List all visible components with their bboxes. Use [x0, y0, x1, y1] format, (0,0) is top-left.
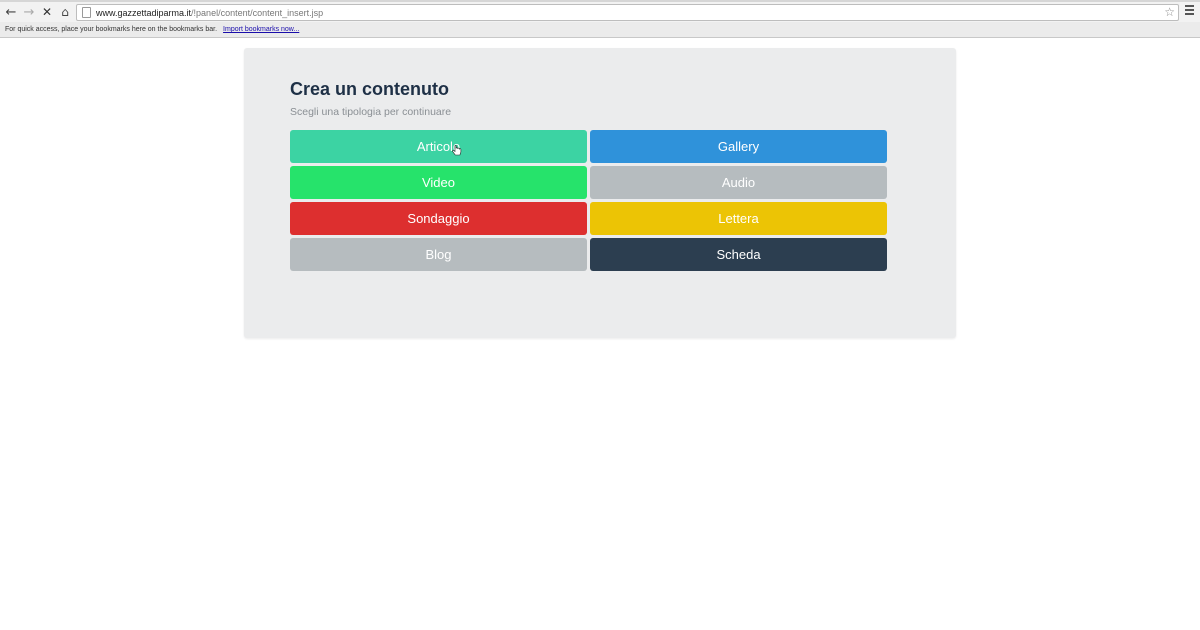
star-icon[interactable]: ☆	[1164, 5, 1175, 20]
bookmarks-bar: For quick access, place your bookmarks h…	[0, 22, 1200, 38]
back-arrow-icon[interactable]: ←	[2, 3, 20, 21]
button-label: Video	[421, 175, 455, 190]
create-content-panel: Crea un contenuto Scegli una tipologia p…	[244, 48, 956, 338]
browser-toolbar: ← → ✕ ⌂ www.gazzettadiparma.it/!panel/co…	[0, 0, 1200, 22]
scheda-button[interactable]: Scheda	[590, 238, 887, 271]
address-bar[interactable]: www.gazzettadiparma.it/!panel/content/co…	[76, 4, 1179, 21]
lettera-button[interactable]: Lettera	[590, 202, 887, 235]
url-text[interactable]: www.gazzettadiparma.it/!panel/content/co…	[96, 8, 323, 18]
panel-title: Crea un contenuto	[290, 79, 450, 99]
bookmarks-message: For quick access, place your bookmarks h…	[5, 26, 218, 33]
page-icon	[82, 7, 91, 18]
forward-arrow-icon[interactable]: →	[20, 3, 38, 21]
url-host: www.gazzettadiparma.it	[96, 7, 192, 18]
blog-button[interactable]: Blog	[290, 238, 587, 271]
import-bookmarks-link[interactable]: Import bookmarks now...	[223, 26, 299, 33]
panel-subtitle: Scegli una tipologia per continuare	[290, 106, 452, 118]
sondaggio-button[interactable]: Sondaggio	[290, 202, 587, 235]
gallery-button[interactable]: Gallery	[590, 130, 887, 163]
button-label: Sondaggio	[407, 211, 470, 226]
stop-icon[interactable]: ✕	[38, 3, 56, 21]
button-label: Lettera	[718, 211, 759, 226]
menu-icon[interactable]	[1185, 5, 1194, 15]
url-path: /!panel/content/content_insert.jsp	[191, 7, 324, 18]
home-icon[interactable]: ⌂	[56, 3, 74, 21]
button-label: Blog	[425, 247, 452, 262]
button-label: Scheda	[716, 247, 761, 262]
articolo-button[interactable]: Articolo	[290, 130, 587, 163]
video-button[interactable]: Video	[290, 166, 587, 199]
hand-cursor-icon	[452, 145, 462, 156]
audio-button[interactable]: Audio	[590, 166, 887, 199]
button-label: Audio	[721, 175, 756, 190]
content-type-grid: Articolo Gallery Video Audio Sondaggio L…	[290, 130, 887, 271]
button-label: Gallery	[717, 139, 760, 154]
